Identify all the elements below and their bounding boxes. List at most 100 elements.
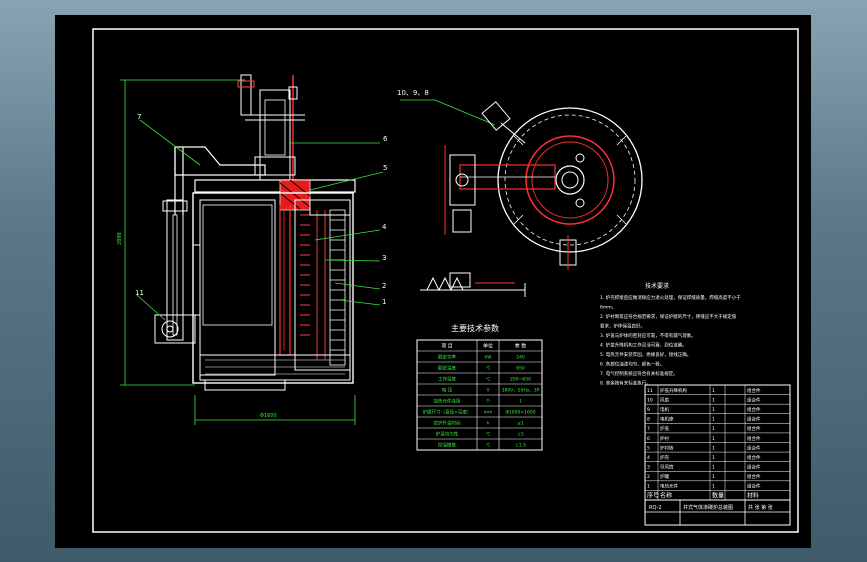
requirement-line: 4. 炉盖升降机构工作灵活可靠，到位准确。 (600, 342, 687, 349)
parts-cell: 电机 (660, 406, 669, 413)
tech-table-cell: 电 压 (442, 387, 453, 394)
parts-cell: 电机座 (660, 416, 674, 423)
requirement-line: 3. 炉盖与炉体的密封应可靠，不得有漏气现象。 (600, 332, 696, 339)
parts-cell: 5 (647, 445, 650, 451)
parts-cell: 1 (712, 388, 715, 394)
callout-7: 7 (137, 113, 141, 121)
parts-cell: 8 (647, 417, 650, 423)
parts-cell: 1 (712, 484, 715, 490)
tech-table-cell: 空炉升温时间 (434, 420, 461, 427)
tech-table-cell: ℃ (485, 443, 490, 449)
tech-table-cell: 240 (516, 355, 525, 361)
callout-11: 11 (135, 289, 144, 297)
tech-table-cell: 炉温均匀性 (436, 431, 459, 438)
parts-cell: 1 (712, 474, 715, 480)
parts-cell: 组合件 (747, 444, 761, 451)
parts-cell: 1 (712, 436, 715, 442)
tech-table-cell: 炉膛尺寸（直径×深度） (423, 409, 472, 416)
tech-table-title: 主要技术参数 (451, 323, 499, 333)
parts-cell: 1 (712, 465, 715, 471)
parts-header-cell: 名称 (660, 492, 672, 500)
parts-cell: 1 (712, 397, 715, 403)
parts-cell: 导风筒 (660, 464, 674, 471)
tech-header-cell: 单位 (483, 343, 493, 350)
drawing-sheet: 2898 Φ1600 7 6 5 4 3 2 1 11 10、9、8 主要技术参… (55, 15, 811, 548)
parts-cell: 电热元件 (660, 483, 678, 490)
parts-cell: 1 (712, 455, 715, 461)
cad-drawing-canvas: 2898 Φ1600 7 6 5 4 3 2 1 11 10、9、8 主要技术参… (92, 28, 799, 533)
parts-cell: 炉衬 (660, 435, 669, 442)
parts-cell: 风扇 (660, 396, 669, 403)
tech-header-cell: 项 目 (441, 344, 453, 350)
tech-table-cell: ℃ (485, 377, 490, 383)
furnace-section-view: 2898 Φ1600 7 6 5 4 3 2 1 11 (117, 74, 388, 425)
tech-table-cell: 额定功率 (438, 354, 456, 361)
parts-cell: 炉壳 (660, 454, 669, 461)
parts-cell: 1 (712, 445, 715, 451)
parts-cell: 炉盖升降机构 (660, 387, 687, 394)
parts-cell: 炉罐 (660, 473, 669, 480)
tech-table-cell: 加热元件连接 (434, 398, 461, 405)
callout-2: 2 (382, 282, 386, 290)
tech-table-cell: ±5 (517, 432, 524, 438)
sheet-number: 共 张 第 张 (748, 504, 773, 511)
width-dimension: Φ1600 (260, 413, 277, 419)
callout-6: 6 (383, 135, 388, 143)
requirement-line: 1. 炉壳焊接后应做消除应力退火处理，保证焊缝质量，焊缝高度不小于 (600, 294, 741, 301)
tech-table-cell: 额定温度 (438, 365, 456, 372)
parts-cell: 组合件 (747, 416, 761, 423)
spring-detail (420, 272, 526, 297)
tech-table-cell: 200~650 (510, 377, 531, 383)
parts-cell: 6 (647, 436, 650, 442)
parts-cell: 11 (647, 388, 653, 394)
parts-cell: 组合件 (747, 483, 761, 490)
tech-table-cell: Φ1000×1600 (505, 410, 535, 416)
tech-table-cell: 个 (486, 399, 491, 405)
tech-table-cell: 380V，50Hz，3P (502, 388, 540, 394)
parts-list: 11 炉盖升降机构 1 组合件10 风扇 1 组合件9 电机 1 组合件8 电机座 1 组合件7 炉盖 1 组… (644, 384, 791, 501)
parts-cell: 炉盖 (660, 425, 669, 432)
tech-table-cell: ±1.5 (515, 443, 526, 449)
tech-table-cell: mm (484, 411, 493, 416)
parts-cell: 组合件 (747, 454, 761, 461)
requirement-line: 6mm。 (600, 305, 616, 311)
tech-table-cell: 650 (516, 366, 525, 372)
technical-requirements: 技术要求 1. 炉壳焊接后应做消除应力退火处理，保证焊缝质量，焊缝高度不小于 6m… (600, 282, 741, 387)
parts-cell: 组合件 (747, 473, 761, 480)
tech-table-cell: ≤1 (517, 421, 524, 427)
requirement-line: 要求，炉体保温良好。 (600, 323, 645, 330)
parts-cell: 1 (712, 426, 715, 432)
tech-table-cell: h (487, 421, 490, 427)
parts-cell: 组合件 (747, 425, 761, 432)
parts-cell: 1 (647, 484, 650, 490)
tech-table-cell: kW (484, 355, 492, 361)
tech-table-cell: 1 (519, 399, 522, 405)
tech-table-cell: ℃ (485, 432, 490, 438)
parts-header-cell: 序号 (647, 492, 659, 500)
parts-cell: 3 (647, 465, 650, 471)
title-block: RQ-2 井式气体渗碳炉总装图 共 张 第 张 (644, 499, 791, 526)
furnace-top-view: 10、9、8 (397, 89, 643, 270)
requirement-line: 5. 电热元件安装牢固，绝缘良好，接线正确。 (600, 351, 691, 358)
parts-cell: 1 (712, 417, 715, 423)
parts-cell: 组合件 (747, 387, 761, 394)
tech-table-cell: V (486, 388, 490, 394)
cad-viewport: 2898 Φ1600 7 6 5 4 3 2 1 11 10、9、8 主要技术参… (0, 0, 867, 562)
callout-3: 3 (382, 254, 386, 262)
parts-cell: 1 (712, 407, 715, 413)
parts-cell: 组合件 (747, 396, 761, 403)
parts-cell: 组合件 (747, 406, 761, 413)
drawing-number: RQ-2 (649, 505, 662, 511)
requirement-line: 2. 炉衬砌筑应符合规范要求，保证炉膛的尺寸，砖缝应不大于规定值 (600, 313, 737, 320)
requirement-line: 6. 各部位油漆均匀，颜色一致。 (600, 361, 664, 368)
parts-cell: 4 (647, 455, 650, 461)
parts-cell: 组合件 (747, 464, 761, 471)
parts-header-cell: 数量 (712, 492, 724, 500)
tech-table-cell: ℃ (485, 366, 490, 372)
callout-1: 1 (382, 298, 386, 306)
tech-table-cell: 工作温度 (438, 376, 456, 383)
drawing-name: 井式气体渗碳炉总装图 (683, 504, 733, 511)
callout-4: 4 (382, 223, 387, 231)
requirement-line: 8. 其余按有关标准执行。 (600, 380, 651, 387)
tech-header-cell: 参 数 (515, 343, 527, 350)
